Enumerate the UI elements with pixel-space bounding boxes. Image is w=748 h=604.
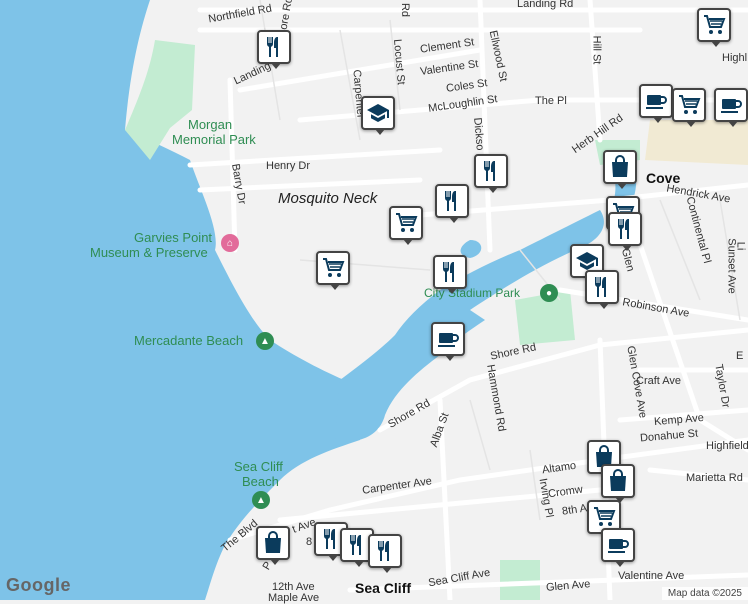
shopping-cart-icon xyxy=(321,256,345,280)
road-label-rd-top: Rd xyxy=(399,2,412,18)
road-label-marietta: Marietta Rd xyxy=(686,472,743,484)
road-label-craft: Craft Ave xyxy=(636,375,682,387)
road-label-the-pl: The Pl xyxy=(535,95,567,107)
shopping-cart-icon xyxy=(394,211,418,235)
park-icon[interactable]: ● xyxy=(540,284,558,302)
cafe-icon xyxy=(436,327,460,351)
restaurant-icon xyxy=(613,217,637,241)
school-icon xyxy=(366,101,390,125)
map-pin[interactable] xyxy=(431,322,465,361)
road-label-highl: Highl xyxy=(722,52,748,64)
google-logo[interactable]: Google xyxy=(6,575,71,596)
road-label-hill: Hill St xyxy=(590,35,603,65)
restaurant-icon xyxy=(440,189,464,213)
map-pin[interactable] xyxy=(585,270,619,309)
map-pin[interactable] xyxy=(714,88,748,127)
map-pin[interactable] xyxy=(672,88,706,127)
town-label-sea-cliff: Sea Cliff xyxy=(355,580,412,596)
map-pin[interactable] xyxy=(433,255,467,294)
shopping-cart-icon xyxy=(677,93,701,117)
map-pin[interactable] xyxy=(601,528,635,567)
restaurant-icon xyxy=(479,159,503,183)
park-label-morgan-2: Memorial Park xyxy=(172,132,256,147)
map-pin[interactable] xyxy=(608,212,642,251)
map-pin[interactable] xyxy=(368,534,402,573)
shopping-cart-icon xyxy=(702,13,726,37)
museum-icon[interactable]: ⌂ xyxy=(221,234,239,252)
restaurant-icon xyxy=(438,260,462,284)
beach-tree-icon[interactable]: ▲ xyxy=(252,491,270,509)
map-pin[interactable] xyxy=(389,206,423,245)
road-label-li: Li xyxy=(734,241,747,251)
shopping-cart-icon xyxy=(592,505,616,529)
town-label-glen-cove: Cove xyxy=(646,170,681,186)
park-label-morgan-1: Morgan xyxy=(188,117,233,132)
map-pin[interactable] xyxy=(316,251,350,290)
map-pin[interactable] xyxy=(256,526,290,565)
map-pin[interactable] xyxy=(435,184,469,223)
poi-label-garvies-2: Museum & Preserve xyxy=(90,245,208,260)
restaurant-icon xyxy=(262,35,286,59)
cafe-icon xyxy=(606,533,630,557)
cafe-icon xyxy=(644,89,668,113)
map-pin[interactable] xyxy=(601,464,635,503)
map-pin[interactable] xyxy=(361,96,395,135)
restaurant-icon xyxy=(373,539,397,563)
road-label-highfield: Highfield xyxy=(706,440,748,452)
poi-label-sea-cliff-beach-2: Beach xyxy=(242,474,279,489)
road-label-landing-top: Landing Rd xyxy=(517,0,574,10)
poi-label-mercadante: Mercadante Beach xyxy=(134,333,244,348)
area-label-mosquito-neck: Mosquito Neck xyxy=(278,190,378,207)
poi-label-garvies-1: Garvies Point xyxy=(134,230,213,245)
map-pin[interactable] xyxy=(639,84,673,123)
shopping-bag-icon xyxy=(261,531,285,555)
map-pin[interactable] xyxy=(474,154,508,193)
poi-label-sea-cliff-beach-1: Sea Cliff xyxy=(234,459,283,474)
road-label-maple: Maple Ave xyxy=(268,592,320,604)
shopping-bag-icon xyxy=(606,469,630,493)
road-label-8-left: 8 xyxy=(306,536,313,548)
road-label-henry: Henry Dr xyxy=(266,160,311,172)
restaurant-icon xyxy=(345,533,369,557)
map-pin[interactable] xyxy=(603,150,637,189)
map-pin[interactable] xyxy=(697,8,731,47)
shopping-bag-icon xyxy=(608,155,632,179)
road-label-valentine-ave: Valentine Ave xyxy=(618,570,685,582)
map-attribution[interactable]: Map data ©2025 xyxy=(661,587,748,600)
restaurant-icon xyxy=(590,275,614,299)
cafe-icon xyxy=(719,93,743,117)
map-pin[interactable] xyxy=(257,30,291,69)
road-label-e: E xyxy=(736,350,744,362)
tree-icon[interactable]: ▲ xyxy=(256,332,274,350)
